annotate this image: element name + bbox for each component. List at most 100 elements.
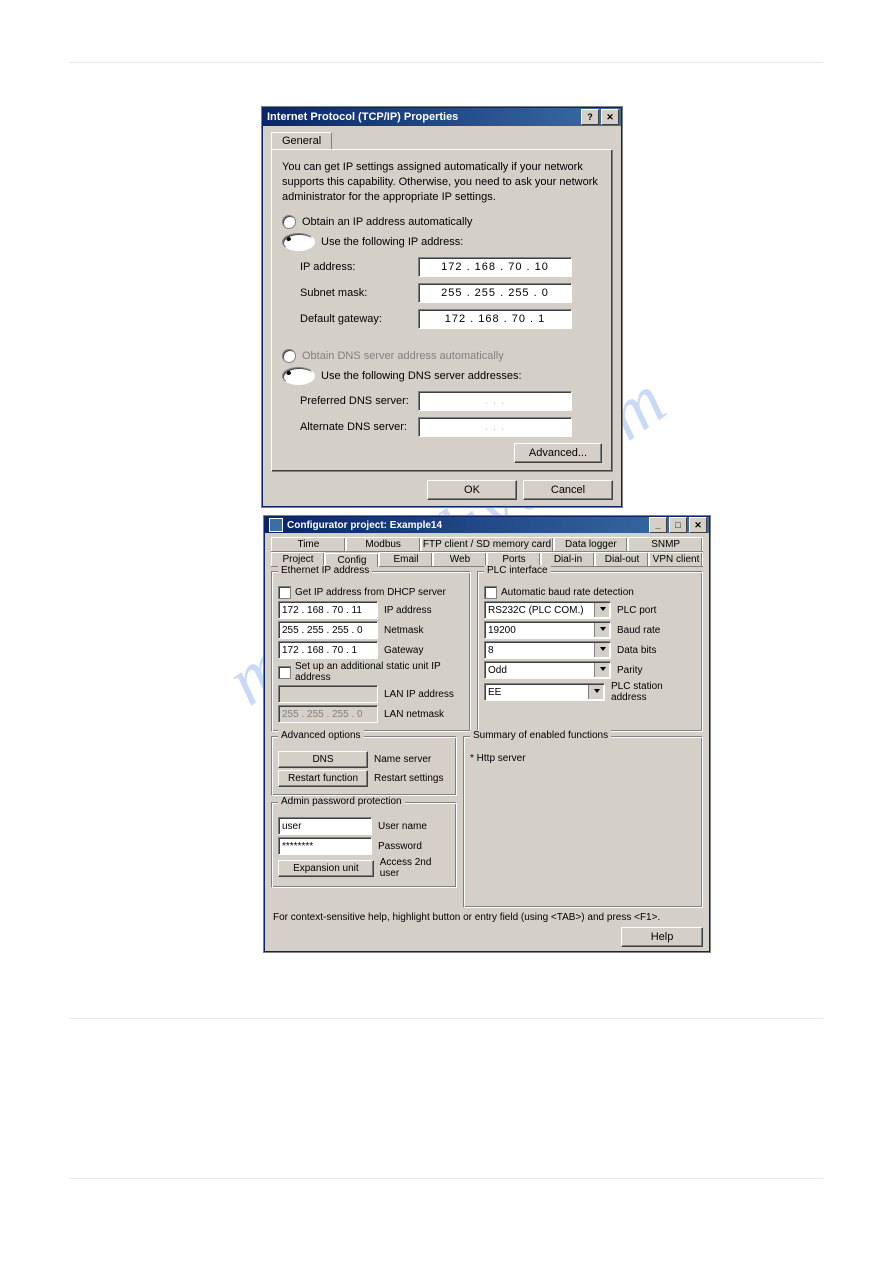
plc-interface-group: PLC interface Automatic baud rate detect… [477,571,703,732]
preferred-dns-label: Preferred DNS server: [300,395,418,407]
data-bits-select[interactable]: 8 [484,641,611,659]
help-button[interactable]: Help [621,927,703,947]
ethernet-ip-group: Ethernet IP address Get IP address from … [271,571,471,732]
app-icon [269,518,283,532]
radio-label: Use the following IP address: [321,236,463,248]
dhcp-checkbox[interactable]: Get IP address from DHCP server [278,586,464,599]
auto-baud-checkbox[interactable]: Automatic baud rate detection [484,586,696,599]
ip-address-input[interactable]: 172 . 168 . 70 . 10 [418,257,572,277]
radio-use-following-dns[interactable]: Use the following DNS server addresses: [282,367,602,385]
password-label: Password [378,841,422,852]
maximize-icon[interactable]: □ [669,517,687,533]
tab-vpn-client[interactable]: VPN client [649,552,703,566]
group-legend: PLC interface [484,565,551,576]
station-address-select[interactable]: EE [484,683,605,701]
chevron-down-icon [600,647,606,651]
advanced-button[interactable]: Advanced... [514,443,602,463]
radio-label: Obtain DNS server address automatically [302,350,504,362]
ok-button[interactable]: OK [427,480,517,500]
close-icon[interactable]: ✕ [689,517,707,533]
chevron-down-icon [600,667,606,671]
name-server-label: Name server [374,754,431,765]
group-legend: Advanced options [278,730,364,741]
parity-label: Parity [617,665,643,676]
checkbox-icon [278,586,291,599]
tab-snmp[interactable]: SNMP [628,537,703,551]
chevron-down-icon [600,607,606,611]
tab-web[interactable]: Web [433,552,487,566]
window-title: Configurator project: Example14 [287,520,442,531]
subnet-mask-label: Subnet mask: [300,287,418,299]
tab-time[interactable]: Time [271,537,346,551]
checkbox-label: Get IP address from DHCP server [295,587,446,598]
radio-icon [282,349,296,363]
tab-modbus[interactable]: Modbus [346,537,421,551]
plc-port-select[interactable]: RS232C (PLC COM.) [484,601,611,619]
tabstrip-row1: Time Modbus FTP client / SD memory card … [271,537,703,552]
description-text: You can get IP settings assigned automat… [282,160,602,205]
group-legend: Admin password protection [278,796,405,807]
configurator-dialog: Configurator project: Example14 _ □ ✕ Ti… [264,516,710,952]
tcpip-properties-dialog: Internet Protocol (TCP/IP) Properties ? … [262,107,622,507]
ip-address-label: IP address [384,605,432,616]
minimize-icon[interactable]: _ [649,517,667,533]
subnet-mask-input[interactable]: 255 . 255 . 255 . 0 [418,283,572,303]
baud-rate-label: Baud rate [617,625,660,636]
chevron-down-icon [594,689,600,693]
restart-settings-label: Restart settings [374,773,443,784]
tab-ftp-sd[interactable]: FTP client / SD memory card [421,537,554,551]
radio-label: Use the following DNS server addresses: [321,370,522,382]
radio-obtain-dns-auto: Obtain DNS server address automatically [282,349,602,363]
radio-icon [282,215,296,229]
radio-icon [282,367,315,385]
default-gateway-input[interactable]: 172 . 168 . 70 . 1 [418,309,572,329]
tab-dial-in[interactable]: Dial-in [541,552,595,566]
lan-netmask-input: 255 . 255 . 255 . 0 [278,705,378,723]
tab-email[interactable]: Email [379,552,433,566]
checkbox-label: Automatic baud rate detection [501,587,634,598]
checkbox-label: Set up an additional static unit IP addr… [295,661,464,683]
chevron-down-icon [600,627,606,631]
radio-obtain-ip-auto[interactable]: Obtain an IP address automatically [282,215,602,229]
window-title: Internet Protocol (TCP/IP) Properties [267,111,458,123]
tab-dial-out[interactable]: Dial-out [595,552,649,566]
gateway-input[interactable]: 172 . 168 . 70 . 1 [278,641,378,659]
tab-project[interactable]: Project [271,552,325,566]
restart-function-button[interactable]: Restart function [278,770,368,787]
parity-select[interactable]: Odd [484,661,611,679]
alternate-dns-input[interactable]: . . . [418,417,572,437]
divider [70,1178,823,1179]
status-help-text: For context-sensitive help, highlight bu… [273,912,701,923]
additional-static-ip-checkbox[interactable]: Set up an additional static unit IP addr… [278,661,464,683]
expansion-unit-button[interactable]: Expansion unit [278,860,374,877]
checkbox-icon [278,666,291,679]
lan-ip-label: LAN IP address [384,689,454,700]
admin-password-group: Admin password protection userUser name … [271,802,457,888]
help-icon[interactable]: ? [581,109,599,125]
radio-label: Obtain an IP address automatically [302,216,472,228]
ip-address-label: IP address: [300,261,418,273]
group-legend: Summary of enabled functions [470,730,611,741]
username-input[interactable]: user [278,817,372,835]
titlebar[interactable]: Internet Protocol (TCP/IP) Properties ? … [263,108,621,126]
password-input[interactable]: ******** [278,837,372,855]
tab-ports[interactable]: Ports [487,552,541,566]
summary-group: Summary of enabled functions * Http serv… [463,736,703,908]
preferred-dns-input[interactable]: . . . [418,391,572,411]
radio-use-following-ip[interactable]: Use the following IP address: [282,233,602,251]
tab-data-logger[interactable]: Data logger [554,537,629,551]
plc-port-label: PLC port [617,605,656,616]
dns-button[interactable]: DNS [278,751,368,768]
advanced-options-group: Advanced options DNSName server Restart … [271,736,457,796]
station-address-label: PLC station address [611,681,696,703]
access-2nd-user-label: Access 2nd user [380,857,450,879]
close-icon[interactable]: ✕ [601,109,619,125]
gateway-label: Gateway [384,645,423,656]
ip-address-input[interactable]: 172 . 168 . 70 . 11 [278,601,378,619]
baud-rate-select[interactable]: 19200 [484,621,611,639]
tab-general[interactable]: General [271,132,332,149]
default-gateway-label: Default gateway: [300,313,418,325]
titlebar[interactable]: Configurator project: Example14 _ □ ✕ [265,517,709,533]
netmask-input[interactable]: 255 . 255 . 255 . 0 [278,621,378,639]
cancel-button[interactable]: Cancel [523,480,613,500]
